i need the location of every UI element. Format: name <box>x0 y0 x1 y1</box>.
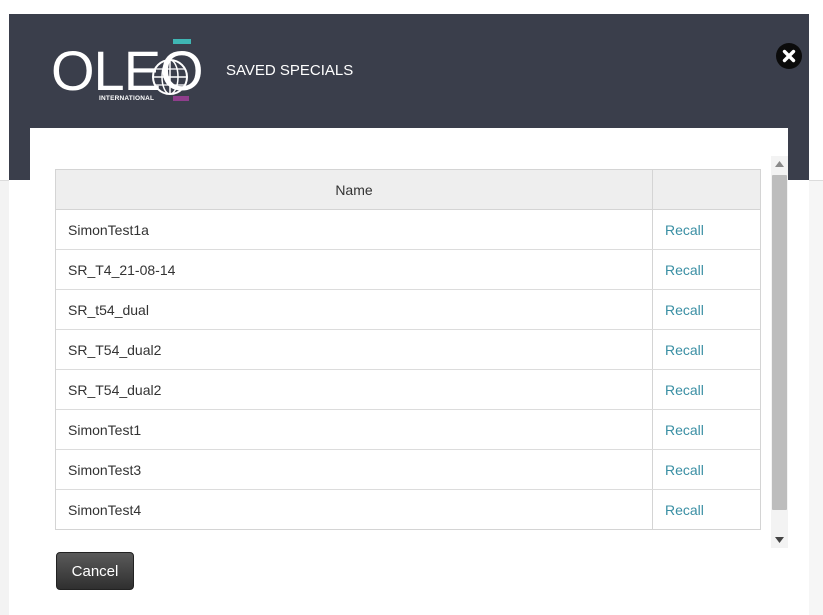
recall-link[interactable]: Recall <box>653 290 760 329</box>
logo-accent-purple <box>173 96 189 101</box>
table-row: SimonTest4 Recall <box>56 490 760 529</box>
row-name: SimonTest1a <box>56 210 653 249</box>
globe-icon <box>152 59 188 95</box>
logo-accent-teal <box>173 39 191 44</box>
table-row: SimonTest3 Recall <box>56 450 760 490</box>
column-header-name: Name <box>56 170 653 209</box>
scroll-down-arrow-icon[interactable] <box>771 532 788 548</box>
header-edge-left <box>9 128 30 180</box>
header-edge-right <box>788 128 809 180</box>
row-name: SR_T54_dual2 <box>56 330 653 369</box>
close-icon[interactable] <box>776 43 802 69</box>
table-row: SR_T54_dual2 Recall <box>56 370 760 410</box>
row-name: SR_t54_dual <box>56 290 653 329</box>
row-name: SR_T54_dual2 <box>56 370 653 409</box>
recall-link[interactable]: Recall <box>653 210 760 249</box>
recall-link[interactable]: Recall <box>653 410 760 449</box>
recall-link[interactable]: Recall <box>653 370 760 409</box>
oleo-logo: OLEO INTERNATIONAL <box>51 39 211 111</box>
saved-specials-dialog: OLEO INTERNATIONAL SAVED SPECIALS Name S… <box>9 14 809 615</box>
table-row: SimonTest1 Recall <box>56 410 760 450</box>
background-left <box>0 0 9 615</box>
scroll-up-arrow-icon[interactable] <box>771 156 788 172</box>
recall-link[interactable]: Recall <box>653 450 760 489</box>
cancel-button[interactable]: Cancel <box>56 552 134 590</box>
recall-link[interactable]: Recall <box>653 250 760 289</box>
logo-subtitle: INTERNATIONAL <box>99 95 155 102</box>
row-name: SR_T4_21-08-14 <box>56 250 653 289</box>
scrollbar-thumb[interactable] <box>772 175 787 510</box>
vertical-scrollbar[interactable] <box>771 156 788 548</box>
table-row: SimonTest1a Recall <box>56 210 760 250</box>
table-row: SR_T54_dual2 Recall <box>56 330 760 370</box>
column-header-actions <box>653 170 760 209</box>
table-row: SR_T4_21-08-14 Recall <box>56 250 760 290</box>
table-row: SR_t54_dual Recall <box>56 290 760 330</box>
recall-link[interactable]: Recall <box>653 490 760 529</box>
dialog-title: SAVED SPECIALS <box>226 62 354 79</box>
row-name: SimonTest1 <box>56 410 653 449</box>
recall-link[interactable]: Recall <box>653 330 760 369</box>
table-header-row: Name <box>56 170 760 210</box>
row-name: SimonTest4 <box>56 490 653 529</box>
dialog-header: OLEO INTERNATIONAL SAVED SPECIALS <box>9 14 809 128</box>
row-name: SimonTest3 <box>56 450 653 489</box>
saved-specials-table: Name SimonTest1a Recall SR_T4_21-08-14 R… <box>55 169 761 530</box>
background-right <box>809 0 823 615</box>
